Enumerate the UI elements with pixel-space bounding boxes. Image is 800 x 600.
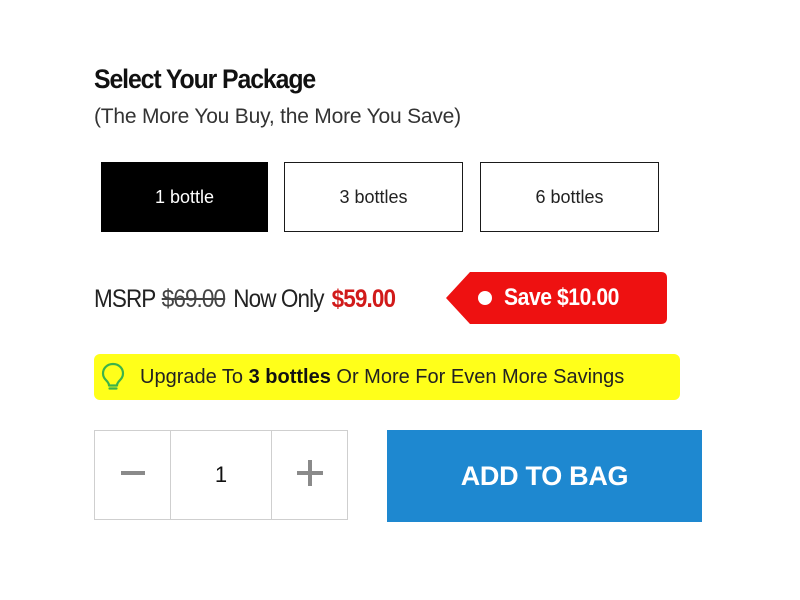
save-badge-dot <box>478 291 492 305</box>
package-option-6-bottles[interactable]: 6 bottles <box>480 162 659 232</box>
msrp-price: $69.00 <box>161 284 226 313</box>
save-badge: Save $10.00 <box>446 272 667 324</box>
price-row: MSRP $69.00 Now Only $59.00 <box>94 282 396 316</box>
quantity-decrease-button[interactable] <box>95 431 170 519</box>
lightbulb-icon <box>100 362 126 392</box>
package-option-label: 3 bottles <box>339 186 408 207</box>
add-to-bag-button[interactable]: ADD TO BAG <box>387 430 702 522</box>
package-option-label: 6 bottles <box>535 186 604 207</box>
save-amount: Save $10.00 <box>504 284 619 311</box>
quantity-increase-button[interactable] <box>272 431 347 519</box>
package-option-label: 1 bottle <box>154 186 215 207</box>
package-option-3-bottles[interactable]: 3 bottles <box>284 162 463 232</box>
upgrade-tip-suffix: Or More For Even More Savings <box>330 366 625 388</box>
package-option-1-bottle[interactable]: 1 bottle <box>101 162 268 232</box>
page-title: Select Your Package <box>94 64 316 94</box>
plus-icon <box>296 459 323 491</box>
quantity-input[interactable]: 1 <box>170 431 272 519</box>
upgrade-tip-text: Upgrade To 3 bottles Or More For Even Mo… <box>140 354 624 400</box>
sale-price: $59.00 <box>331 284 396 313</box>
upgrade-tip-banner: Upgrade To 3 bottles Or More For Even Mo… <box>94 354 680 400</box>
page-subtitle: (The More You Buy, the More You Save) <box>94 105 461 128</box>
now-only-label: Now Only <box>233 284 324 313</box>
minus-icon <box>120 461 145 490</box>
quantity-stepper: 1 <box>94 430 348 520</box>
msrp-label: MSRP <box>94 284 156 313</box>
upgrade-tip-highlight: 3 bottles <box>248 366 331 388</box>
upgrade-tip-prefix: Upgrade To <box>140 366 249 388</box>
